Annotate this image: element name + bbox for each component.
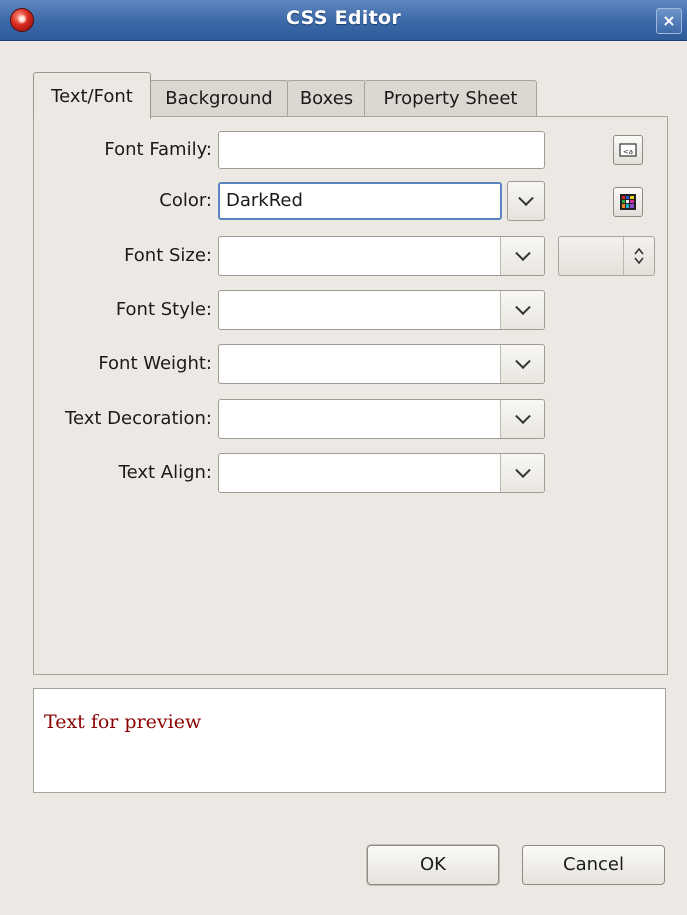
color-input[interactable]: DarkRed [218,182,502,220]
font-chooser-button[interactable]: <a [613,135,643,165]
text-align-value[interactable] [219,454,501,492]
color-picker-button[interactable] [613,187,643,217]
close-button[interactable]: × [656,8,682,34]
font-size-value[interactable] [219,237,501,275]
chevron-down-icon [514,408,531,425]
spinner-arrows-icon[interactable] [623,237,654,275]
color-dropdown-button[interactable] [507,181,545,221]
font-style-value[interactable] [219,291,501,329]
tab-property-sheet[interactable]: Property Sheet [364,80,537,117]
chevron-down-icon [518,190,534,207]
font-style-combo[interactable] [218,290,545,330]
font-style-dropdown-button[interactable] [500,291,544,329]
font-chooser-icon: <a [619,143,637,157]
font-weight-value[interactable] [219,345,501,383]
color-label: Color: [159,190,212,211]
chevron-down-icon [514,299,531,316]
text-align-combo[interactable] [218,453,545,493]
chevron-down-icon [514,245,531,262]
font-family-label: Font Family: [104,139,212,160]
tab-boxes[interactable]: Boxes [287,80,366,117]
font-size-combo[interactable] [218,236,545,276]
font-size-label: Font Size: [124,245,212,266]
tab-text-font[interactable]: Text/Font [33,72,151,119]
text-decoration-label: Text Decoration: [65,408,212,429]
font-weight-dropdown-button[interactable] [500,345,544,383]
preview-text: Text for preview [44,711,202,733]
font-weight-label: Font Weight: [98,353,212,374]
font-weight-combo[interactable] [218,344,545,384]
text-decoration-combo[interactable] [218,399,545,439]
font-family-input[interactable] [218,131,545,169]
text-align-label: Text Align: [118,462,212,483]
font-style-label: Font Style: [115,299,212,320]
text-decoration-dropdown-button[interactable] [500,400,544,438]
text-align-dropdown-button[interactable] [500,454,544,492]
ok-button[interactable]: OK [367,845,499,885]
color-palette-icon [620,194,636,210]
font-size-dropdown-button[interactable] [500,237,544,275]
text-decoration-value[interactable] [219,400,501,438]
font-size-unit-spinner[interactable] [558,236,655,276]
preview-area: Text for preview [33,688,666,793]
svg-text:<a: <a [623,148,633,156]
cancel-button[interactable]: Cancel [522,845,665,885]
chevron-down-icon [514,353,531,370]
tab-background[interactable]: Background [149,80,289,117]
window-title: CSS Editor [285,7,402,29]
title-bar: CSS Editor × [0,0,687,41]
chevron-down-icon [514,462,531,479]
